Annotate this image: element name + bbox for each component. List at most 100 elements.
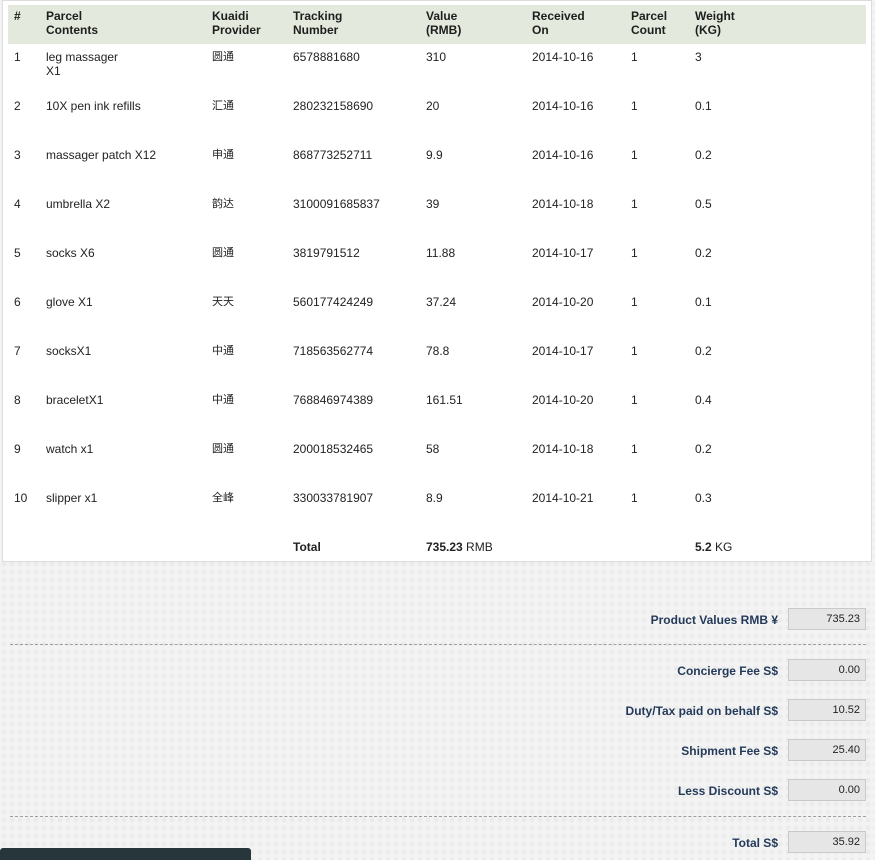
duty-tax-field[interactable]: 10.52 bbox=[788, 699, 866, 721]
shipment-fee-row: Shipment Fee S$ 25.40 bbox=[0, 739, 875, 763]
kuaidi-provider: 韵达 bbox=[212, 198, 234, 210]
value-rmb: 39 bbox=[426, 197, 440, 211]
row-number: 1 bbox=[14, 50, 21, 64]
row-number: 2 bbox=[14, 99, 21, 113]
weight-kg: 0.2 bbox=[695, 442, 712, 456]
table-row: 10 slipper x1 全峰 330033781907 8.9 2014-10-21 1… bbox=[8, 485, 866, 534]
concierge-fee-label: Concierge Fee S$ bbox=[677, 664, 778, 678]
concierge-fee-field[interactable]: 0.00 bbox=[788, 659, 866, 681]
parcel-count: 1 bbox=[631, 50, 638, 64]
parcel-contents: slipper x1 bbox=[46, 491, 98, 505]
kuaidi-provider: 中通 bbox=[212, 345, 234, 357]
col-header-count: Parcel Count bbox=[625, 5, 689, 44]
tracking-number: 3819791512 bbox=[293, 246, 360, 260]
kuaidi-provider: 天天 bbox=[212, 296, 234, 308]
tracking-number: 200018532465 bbox=[293, 442, 374, 456]
bottom-action-bar[interactable] bbox=[0, 848, 251, 860]
received-on: 2014-10-21 bbox=[532, 491, 594, 505]
table-header-row: # Parcel Contents Kuaidi Provider Tracking… bbox=[8, 5, 866, 44]
weight-kg: 0.4 bbox=[695, 393, 712, 407]
total-value: 735.23 RMB bbox=[426, 540, 493, 554]
tracking-number: 718563562774 bbox=[293, 344, 374, 358]
row-number: 8 bbox=[14, 393, 21, 407]
col-header-tracking: Tracking Number bbox=[287, 5, 420, 44]
row-number: 5 bbox=[14, 246, 21, 260]
table-row: 2 10X pen ink refills 汇通 280232158690 20 2014… bbox=[8, 93, 866, 142]
product-values-field[interactable]: 735.23 bbox=[788, 608, 866, 630]
weight-kg: 3 bbox=[695, 50, 702, 64]
discount-field[interactable]: 0.00 bbox=[788, 779, 866, 801]
table-row: 8 braceletX1 中通 768846974389 161.51 2014-10-2… bbox=[8, 387, 866, 436]
parcel-contents: umbrella X2 bbox=[46, 197, 111, 211]
weight-kg: 0.1 bbox=[695, 295, 712, 309]
parcel-contents: glove X1 bbox=[46, 295, 93, 309]
received-on: 2014-10-17 bbox=[532, 344, 594, 358]
duty-tax-row: Duty/Tax paid on behalf S$ 10.52 bbox=[0, 699, 875, 723]
kuaidi-provider: 汇通 bbox=[212, 100, 234, 112]
row-number: 6 bbox=[14, 295, 21, 309]
col-header-provider: Kuaidi Provider bbox=[206, 5, 287, 44]
value-rmb: 310 bbox=[426, 50, 447, 64]
col-header-received: Received On bbox=[526, 5, 625, 44]
parcel-count: 1 bbox=[631, 442, 638, 456]
received-on: 2014-10-17 bbox=[532, 246, 594, 260]
received-on: 2014-10-18 bbox=[532, 442, 594, 456]
row-number: 3 bbox=[14, 148, 21, 162]
received-on: 2014-10-16 bbox=[532, 148, 594, 162]
received-on: 2014-10-20 bbox=[532, 393, 594, 407]
shipment-fee-field[interactable]: 25.40 bbox=[788, 739, 866, 761]
divider bbox=[10, 816, 866, 817]
received-on: 2014-10-16 bbox=[532, 50, 594, 64]
parcel-count: 1 bbox=[631, 246, 638, 260]
col-header-value: Value (RMB) bbox=[420, 5, 526, 44]
tracking-number: 6578881680 bbox=[293, 50, 360, 64]
weight-kg: 0.5 bbox=[695, 197, 712, 211]
parcel-contents: braceletX1 bbox=[46, 393, 104, 407]
table-row: 1 leg massager X1 圆通 6578881680 310 2014-10-16… bbox=[8, 44, 866, 93]
row-number: 4 bbox=[14, 197, 21, 211]
received-on: 2014-10-18 bbox=[532, 197, 594, 211]
table-row: 4 umbrella X2 韵达 3100091685837 39 2014-10-18 1… bbox=[8, 191, 866, 240]
row-number: 7 bbox=[14, 344, 21, 358]
parcel-contents: socks X6 bbox=[46, 246, 95, 260]
value-rmb: 9.9 bbox=[426, 148, 443, 162]
shipment-fee-label: Shipment Fee S$ bbox=[681, 744, 778, 758]
weight-kg: 0.3 bbox=[695, 491, 712, 505]
parcel-contents: massager patch X12 bbox=[46, 148, 157, 162]
tracking-number: 868773252711 bbox=[293, 148, 373, 162]
kuaidi-provider: 申通 bbox=[212, 149, 234, 161]
parcel-contents: 10X pen ink refills bbox=[46, 99, 141, 113]
discount-row: Less Discount S$ 0.00 bbox=[0, 779, 875, 803]
parcel-count: 1 bbox=[631, 99, 638, 113]
table-row: 7 socksX1 中通 718563562774 78.8 2014-10-17 1 0.2 bbox=[8, 338, 866, 387]
parcel-count: 1 bbox=[631, 393, 638, 407]
weight-kg: 0.2 bbox=[695, 246, 712, 260]
kuaidi-provider: 圆通 bbox=[212, 247, 234, 259]
product-values-row: Product Values RMB ¥ 735.23 bbox=[0, 608, 875, 632]
col-header-contents: Parcel Contents bbox=[40, 5, 206, 44]
table-total-row: Total 735.23 RMB 5.2 KG bbox=[8, 534, 866, 564]
row-number: 10 bbox=[14, 491, 28, 505]
tracking-number: 330033781907 bbox=[293, 491, 374, 505]
concierge-fee-row: Concierge Fee S$ 0.00 bbox=[0, 659, 875, 683]
parcel-contents: watch x1 bbox=[46, 442, 94, 456]
divider bbox=[10, 644, 866, 645]
tracking-number: 560177424249 bbox=[293, 295, 374, 309]
col-header-number: # bbox=[8, 5, 40, 44]
received-on: 2014-10-16 bbox=[532, 99, 594, 113]
parcel-count: 1 bbox=[631, 197, 638, 211]
col-header-weight: Weight (KG) bbox=[689, 5, 866, 44]
parcel-contents: socksX1 bbox=[46, 344, 92, 358]
weight-kg: 0.2 bbox=[695, 344, 712, 358]
tracking-number: 280232158690 bbox=[293, 99, 374, 113]
value-rmb: 37.24 bbox=[426, 295, 457, 309]
received-on: 2014-10-20 bbox=[532, 295, 594, 309]
kuaidi-provider: 圆通 bbox=[212, 51, 234, 63]
kuaidi-provider: 圆通 bbox=[212, 443, 234, 455]
duty-tax-label: Duty/Tax paid on behalf S$ bbox=[625, 704, 778, 718]
table-row: 5 socks X6 圆通 3819791512 11.88 2014-10-17 1 0.2 bbox=[8, 240, 866, 289]
grand-total-field[interactable]: 35.92 bbox=[788, 831, 866, 853]
row-number: 9 bbox=[14, 442, 21, 456]
parcel-count: 1 bbox=[631, 491, 638, 505]
table-row: 9 watch x1 圆通 200018532465 58 2014-10-18 1 0.2 bbox=[8, 436, 866, 485]
